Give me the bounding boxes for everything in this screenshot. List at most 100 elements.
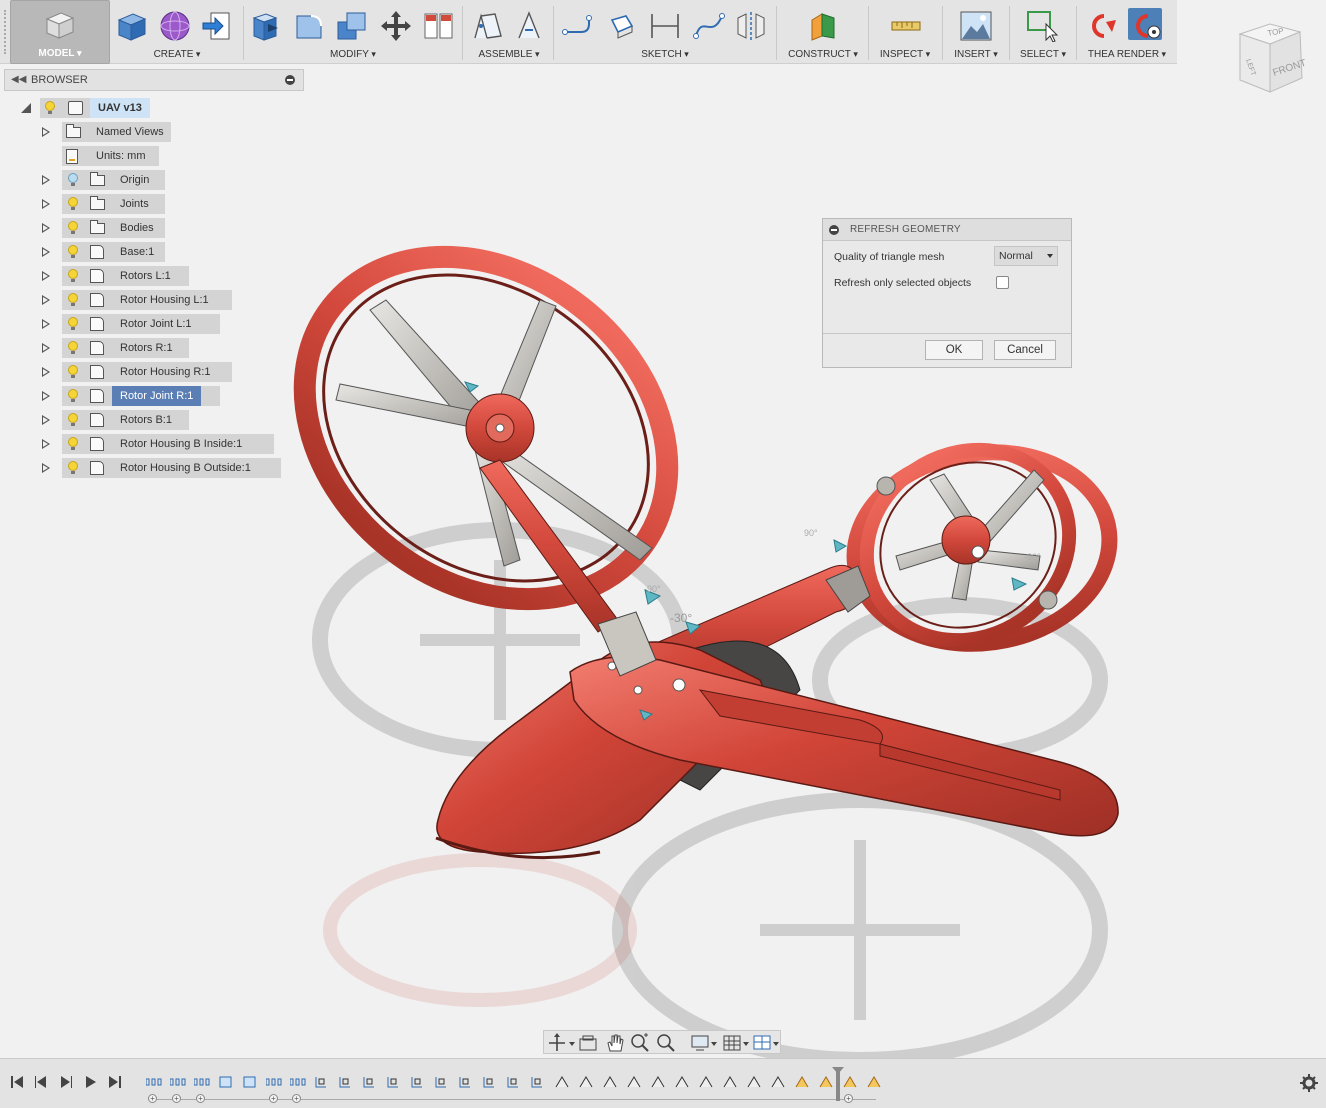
step-back-icon[interactable]	[34, 1074, 48, 1090]
grid-settings-icon[interactable]	[722, 1033, 750, 1053]
timeline-joint-icon[interactable]	[194, 1075, 210, 1089]
expand-arrow-icon[interactable]	[42, 463, 50, 473]
visibility-bulb-icon[interactable]	[45, 101, 55, 115]
model-workspace-button[interactable]: MODEL	[10, 0, 110, 64]
appearance-icon[interactable]	[422, 10, 456, 42]
root-component-label[interactable]: UAV v13	[90, 98, 150, 118]
expand-arrow-icon[interactable]	[42, 199, 50, 209]
thea-render-icon[interactable]	[1086, 10, 1120, 42]
browser-panel-header[interactable]: ◀◀ BROWSER	[4, 69, 304, 91]
visibility-bulb-icon[interactable]	[68, 293, 78, 307]
tree-item-row[interactable]: Rotor Joint L:1	[40, 314, 280, 334]
visibility-bulb-icon[interactable]	[68, 317, 78, 331]
timeline-body-icon[interactable]	[410, 1075, 426, 1089]
visibility-bulb-icon[interactable]	[68, 245, 78, 259]
ok-button[interactable]: OK	[925, 340, 983, 360]
create-group[interactable]: CREATE	[112, 0, 242, 64]
expand-arrow-icon[interactable]	[42, 247, 50, 257]
timeline-body-icon[interactable]	[362, 1075, 378, 1089]
tree-item-label[interactable]: Rotor Housing R:1	[112, 362, 219, 382]
timeline-feature-icon[interactable]	[770, 1075, 786, 1089]
fillet-icon[interactable]	[291, 10, 325, 42]
expand-arrow-icon[interactable]	[42, 271, 50, 281]
press-pull-icon[interactable]	[248, 10, 282, 42]
tree-item-label[interactable]: Base:1	[112, 242, 162, 262]
inspect-group[interactable]: INSPECT	[870, 0, 940, 64]
expanded-arrow-icon[interactable]	[20, 102, 32, 114]
timeline-pull-icon[interactable]	[842, 1075, 858, 1089]
visibility-bulb-icon[interactable]	[68, 413, 78, 427]
expand-arrow-icon[interactable]	[42, 439, 50, 449]
timeline-body-icon[interactable]	[386, 1075, 402, 1089]
collapse-panel-icon[interactable]: ◀◀	[11, 74, 26, 85]
gear-icon[interactable]	[1300, 1074, 1318, 1092]
zoom-window-icon[interactable]	[656, 1033, 676, 1053]
timeline-feature-icon[interactable]	[626, 1075, 642, 1089]
tree-root-row[interactable]: UAV v13	[20, 98, 160, 118]
play-reverse-icon[interactable]	[59, 1074, 73, 1090]
timeline-body-icon[interactable]	[434, 1075, 450, 1089]
tree-item-row[interactable]: Rotor Housing L:1	[40, 290, 280, 310]
expand-arrow-icon[interactable]	[42, 343, 50, 353]
image-icon[interactable]	[959, 10, 993, 42]
visibility-bulb-icon[interactable]	[68, 197, 78, 211]
timeline-joint-icon[interactable]	[146, 1075, 162, 1089]
tree-item-label[interactable]: Rotor Joint L:1	[112, 314, 200, 334]
tree-item-row[interactable]: Named Views	[40, 122, 280, 142]
construct-group[interactable]: CONSTRUCT	[780, 0, 866, 64]
dialog-header[interactable]: REFRESH GEOMETRY	[823, 219, 1071, 241]
timeline-group-toggle[interactable]: +	[172, 1094, 181, 1103]
quality-select[interactable]: Normal	[994, 246, 1058, 266]
timeline-pull-icon[interactable]	[794, 1075, 810, 1089]
cancel-button[interactable]: Cancel	[994, 340, 1056, 360]
expand-arrow-icon[interactable]	[42, 223, 50, 233]
timeline-pull-icon[interactable]	[866, 1075, 882, 1089]
dialog-minimize-icon[interactable]	[829, 225, 839, 235]
tree-item-label[interactable]: Bodies	[112, 218, 162, 238]
timeline-feature-icon[interactable]	[722, 1075, 738, 1089]
tree-item-row[interactable]: Rotor Housing B Inside:1	[40, 434, 280, 454]
expand-arrow-icon[interactable]	[42, 415, 50, 425]
timeline-sketch-icon[interactable]	[242, 1075, 258, 1089]
timeline-feature-icon[interactable]	[698, 1075, 714, 1089]
play-icon[interactable]	[84, 1074, 98, 1090]
tree-item-row[interactable]: Origin	[40, 170, 280, 190]
tree-item-row[interactable]: Joints	[40, 194, 280, 214]
look-at-icon[interactable]	[578, 1033, 598, 1053]
orbit-icon[interactable]	[547, 1033, 575, 1053]
tree-item-label[interactable]: Rotor Joint R:1	[112, 386, 202, 406]
timeline-body-icon[interactable]	[530, 1075, 546, 1089]
timeline-body-icon[interactable]	[506, 1075, 522, 1089]
timeline-marker[interactable]	[832, 1067, 844, 1101]
assemble-group[interactable]: ASSEMBLE	[465, 0, 553, 64]
thea-render-group[interactable]: THEA RENDER	[1080, 0, 1174, 64]
visibility-bulb-icon[interactable]	[68, 269, 78, 283]
thea-settings-icon[interactable]	[1128, 8, 1162, 40]
visibility-bulb-icon[interactable]	[68, 437, 78, 451]
timeline-body-icon[interactable]	[338, 1075, 354, 1089]
expand-arrow-icon[interactable]	[42, 367, 50, 377]
tree-item-label[interactable]: Rotors L:1	[112, 266, 179, 286]
visibility-bulb-icon[interactable]	[68, 173, 78, 187]
expand-arrow-icon[interactable]	[42, 127, 50, 137]
viewports-icon[interactable]	[752, 1033, 780, 1053]
go-to-start-icon[interactable]	[10, 1074, 24, 1090]
timeline-feature-icon[interactable]	[650, 1075, 666, 1089]
go-to-end-icon[interactable]	[108, 1074, 122, 1090]
expand-arrow-icon[interactable]	[42, 319, 50, 329]
tree-item-row[interactable]: Bodies	[40, 218, 280, 238]
dimension-icon[interactable]	[648, 10, 682, 42]
viewcube[interactable]: TOP LEFT FRONT	[1226, 20, 1318, 100]
measure-icon[interactable]	[889, 10, 923, 42]
timeline-feature-icon[interactable]	[746, 1075, 762, 1089]
timeline-group-toggle[interactable]: +	[269, 1094, 278, 1103]
timeline-joint-icon[interactable]	[290, 1075, 306, 1089]
timeline-group-toggle[interactable]: +	[844, 1094, 853, 1103]
timeline-body-icon[interactable]	[314, 1075, 330, 1089]
tree-item-label[interactable]: Rotor Housing B Inside:1	[112, 434, 250, 454]
visibility-bulb-icon[interactable]	[68, 461, 78, 475]
mirror-icon[interactable]	[734, 10, 768, 42]
expand-arrow-icon[interactable]	[42, 175, 50, 185]
timeline-group-toggle[interactable]: +	[292, 1094, 301, 1103]
tree-item-label[interactable]: Named Views	[88, 122, 172, 142]
